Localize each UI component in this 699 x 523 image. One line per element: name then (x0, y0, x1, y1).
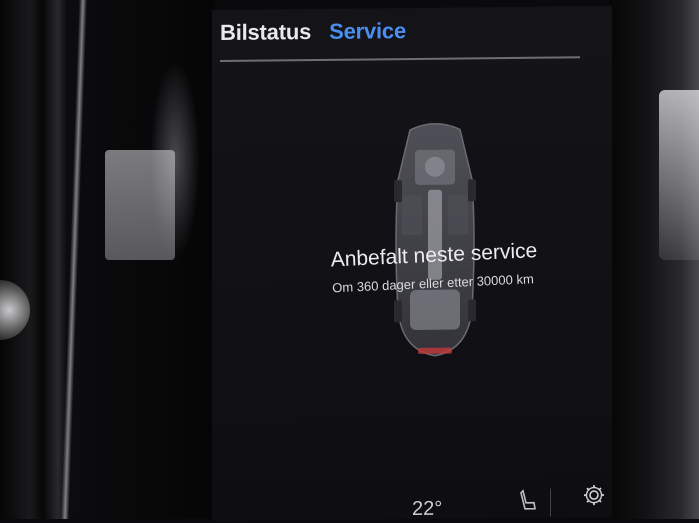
volume-knob (0, 280, 30, 340)
right-bezel (609, 0, 699, 519)
car-xray-illustration (394, 123, 476, 357)
seat-heat-icon[interactable] (517, 489, 539, 513)
tab-bar: Bilstatus Service (220, 18, 406, 46)
temperature-readout[interactable]: 22° (412, 498, 442, 521)
tab-service[interactable]: Service (329, 18, 406, 45)
tab-bilstatus[interactable]: Bilstatus (220, 19, 311, 46)
settings-gear-icon[interactable] (583, 484, 605, 506)
bezel-reflection (60, 0, 88, 519)
header-divider (220, 56, 580, 63)
window-reflection-right (659, 90, 699, 260)
left-bezel (0, 0, 215, 519)
climate-bar: 22° (212, 474, 612, 521)
bar-separator (550, 488, 551, 517)
window-reflection (105, 150, 175, 260)
service-headline: Anbefalt neste service (330, 239, 538, 272)
infotainment-screen: Bilstatus Service Anbefalt neste service… (212, 5, 612, 522)
